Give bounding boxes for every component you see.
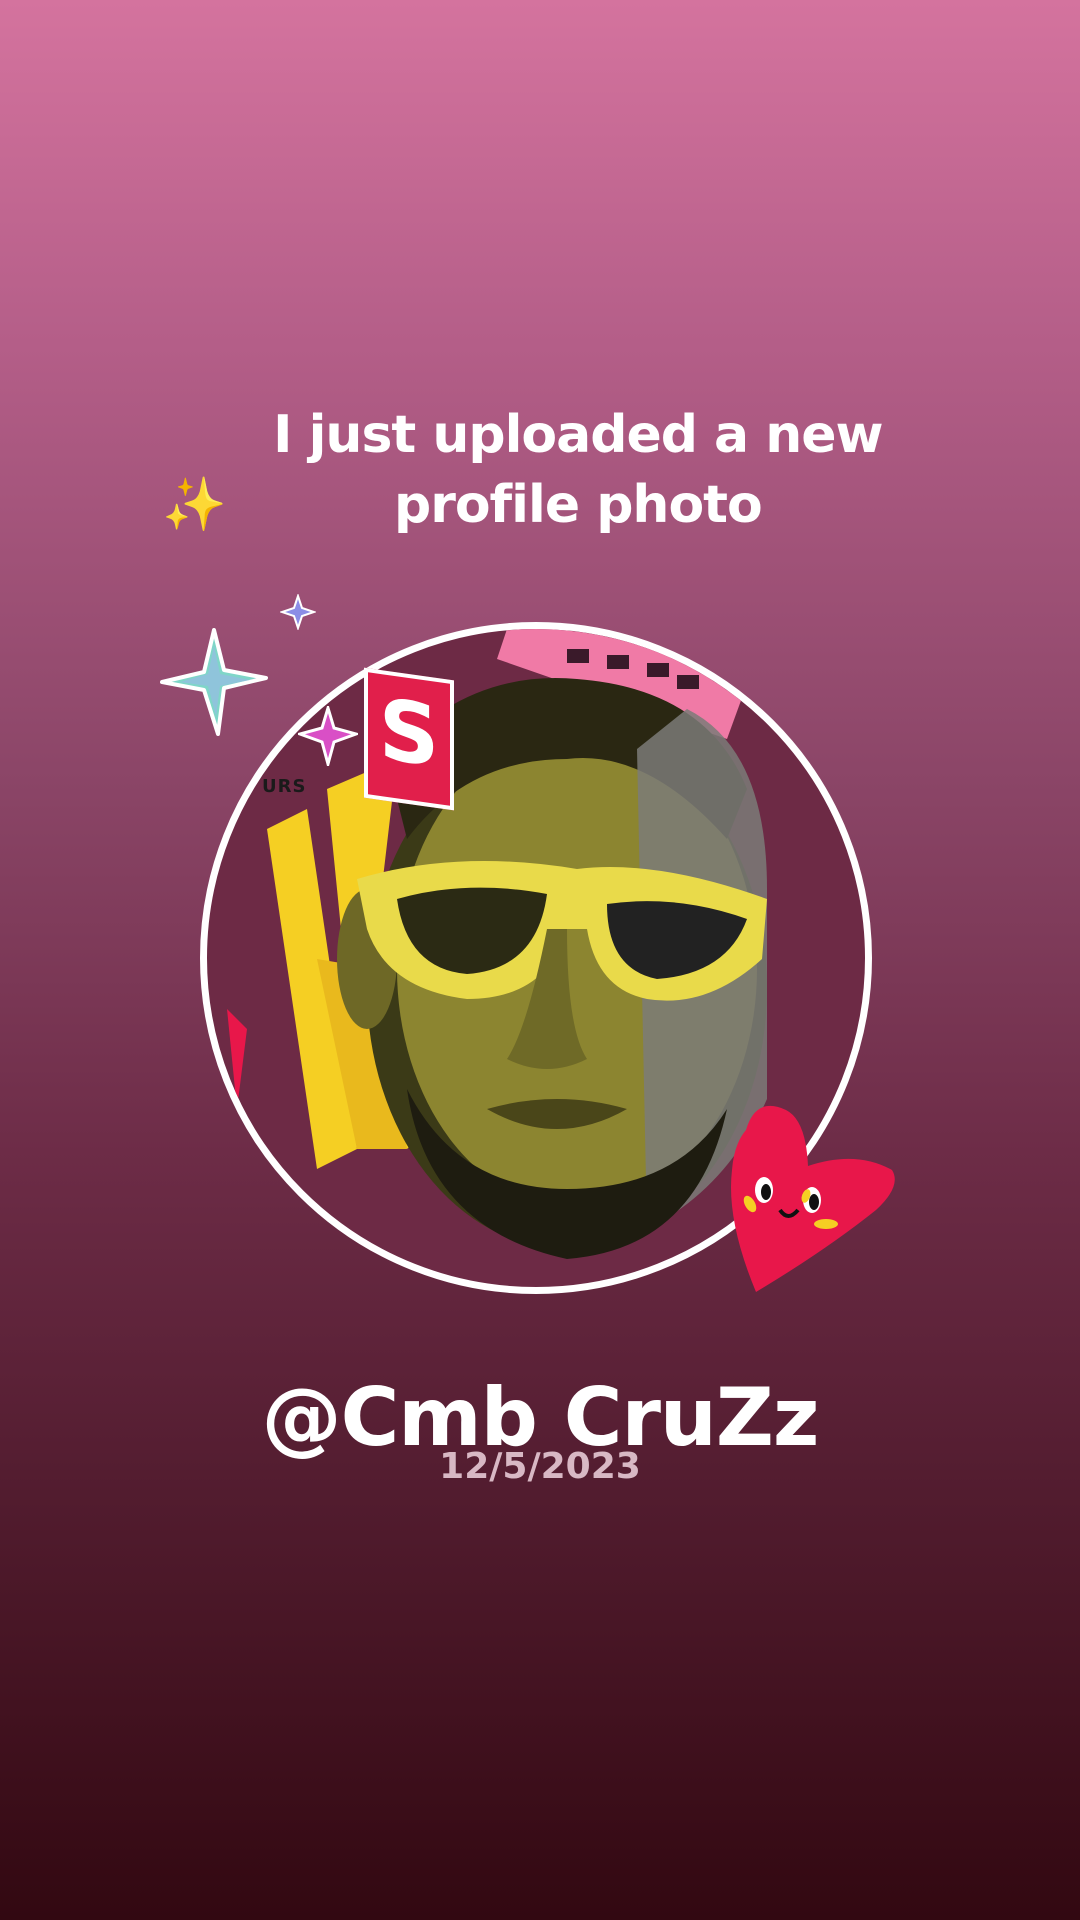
headline-text: I just uploaded a new profile photo [273,405,883,535]
heart-sticker-icon [731,1105,895,1292]
logo-text-fragment: URS [262,776,307,797]
upload-date: 12/5/2023 [439,1446,641,1487]
star-sticker-icon [160,628,268,736]
small-star-icon [280,594,316,630]
status-headline: ✨ I just uploaded a new profile photo [0,400,1080,540]
pink-star-icon [298,706,358,766]
sparkles-icon: ✨ [162,475,227,535]
logo-letter: S [378,679,440,787]
logo-sticker: S [364,667,454,811]
